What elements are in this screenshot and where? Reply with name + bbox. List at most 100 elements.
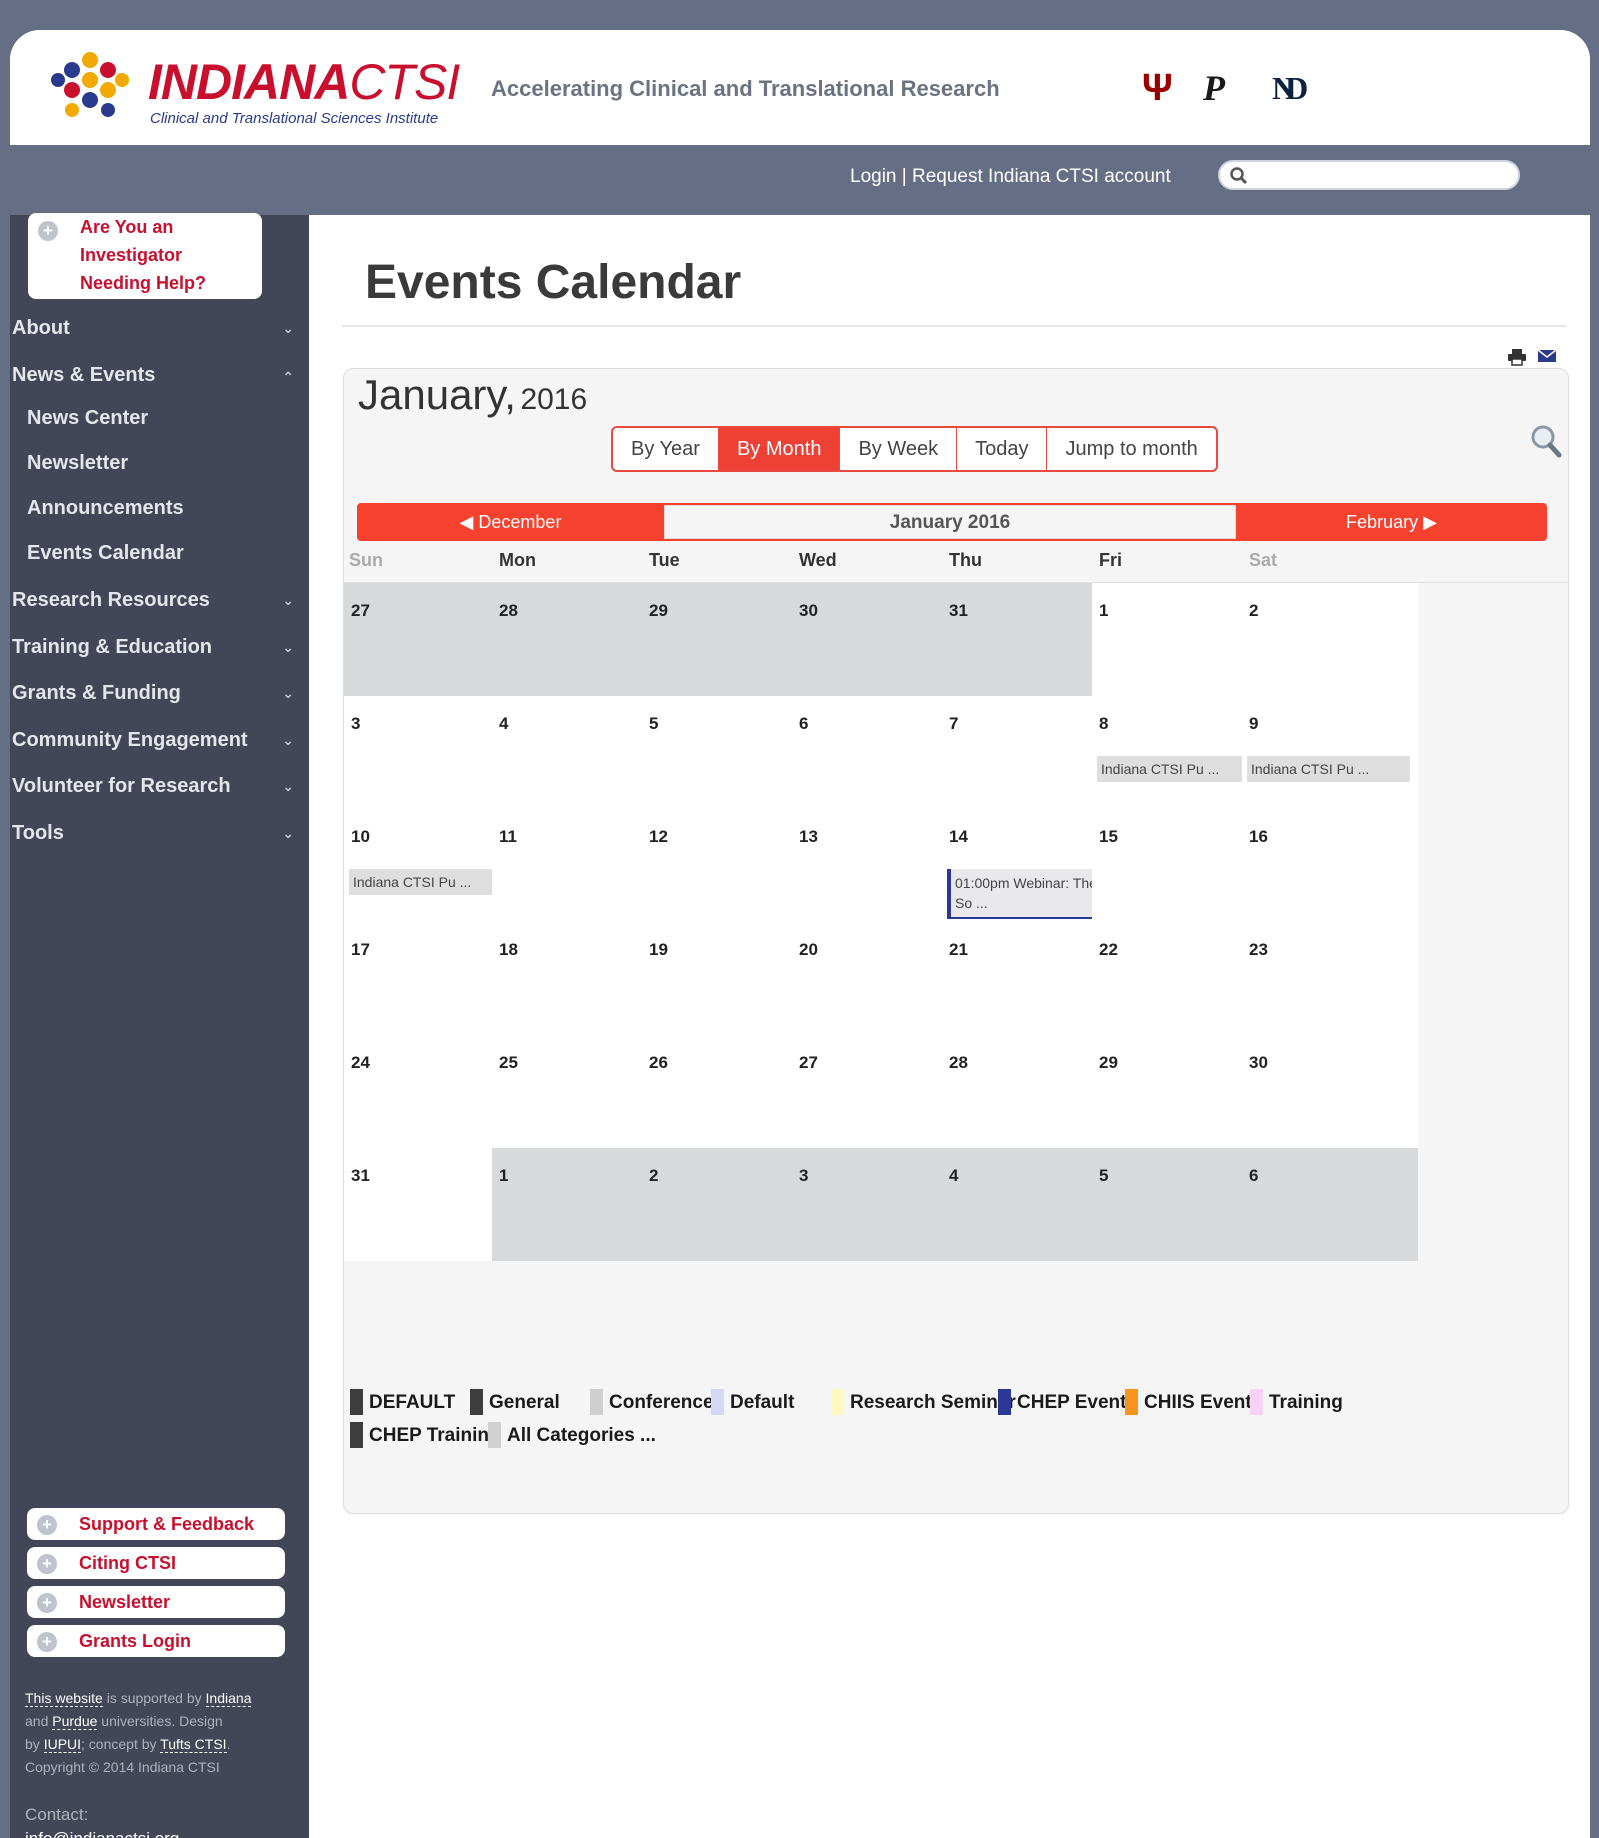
- day-number[interactable]: 6: [1249, 1166, 1258, 1186]
- calendar-day-cell[interactable]: 7: [942, 696, 1092, 809]
- legend-category-all-categories[interactable]: All Categories ...: [488, 1422, 656, 1450]
- calendar-day-cell[interactable]: 21: [942, 922, 1092, 1035]
- sidebar-item-grants-funding[interactable]: Grants & Funding ⌄: [12, 676, 302, 710]
- day-number[interactable]: 30: [799, 601, 818, 621]
- indiana-ctsi-logo[interactable]: INDIANACTSI Clinical and Translational S…: [50, 48, 470, 128]
- calendar-day-cell[interactable]: 20: [792, 922, 942, 1035]
- day-number[interactable]: 16: [1249, 827, 1268, 847]
- sidebar-item-news-events[interactable]: News & Events ⌃: [12, 358, 302, 392]
- calendar-day-cell[interactable]: 6: [1242, 1148, 1418, 1261]
- day-number[interactable]: 21: [949, 940, 968, 960]
- day-number[interactable]: 1: [1099, 601, 1108, 621]
- day-number[interactable]: 30: [1249, 1053, 1268, 1073]
- calendar-day-cell[interactable]: 11: [492, 809, 642, 922]
- calendar-day-cell[interactable]: 29: [642, 583, 792, 696]
- calendar-day-cell[interactable]: 3: [344, 696, 492, 809]
- day-number[interactable]: 25: [499, 1053, 518, 1073]
- day-number[interactable]: 22: [1099, 940, 1118, 960]
- calendar-day-cell[interactable]: 30: [1242, 1035, 1418, 1148]
- calendar-day-cell[interactable]: 27: [792, 1035, 942, 1148]
- sidebar-item-training-education[interactable]: Training & Education ⌄: [12, 630, 302, 664]
- day-number[interactable]: 27: [351, 601, 370, 621]
- grants-login-button[interactable]: + Grants Login: [27, 1625, 285, 1657]
- sidebar-item-research-resources[interactable]: Research Resources ⌄: [12, 583, 302, 617]
- calendar-day-cell[interactable]: 14 01:00pm Webinar: The So ...: [942, 809, 1110, 922]
- calendar-day-cell[interactable]: 5: [1092, 1148, 1242, 1261]
- day-number[interactable]: 9: [1249, 714, 1258, 734]
- day-number[interactable]: 24: [351, 1053, 370, 1073]
- day-number[interactable]: 29: [649, 601, 668, 621]
- calendar-day-cell[interactable]: 8 Indiana CTSI Pu ...: [1092, 696, 1260, 809]
- request-account-link[interactable]: Request Indiana CTSI account: [912, 166, 1171, 187]
- sidebar-item-announcements[interactable]: Announcements: [27, 491, 297, 525]
- calendar-day-cell[interactable]: 13: [792, 809, 942, 922]
- magnifier-search-icon[interactable]: [1530, 424, 1562, 458]
- calendar-event[interactable]: Indiana CTSI Pu ...: [349, 869, 512, 895]
- calendar-day-cell[interactable]: 23: [1242, 922, 1418, 1035]
- calendar-day-cell[interactable]: 16: [1242, 809, 1418, 922]
- purdue-logo-icon[interactable]: P: [1203, 66, 1225, 110]
- legend-category-general[interactable]: General: [470, 1389, 560, 1417]
- calendar-day-cell[interactable]: 28: [942, 1035, 1092, 1148]
- day-number[interactable]: 1: [499, 1166, 508, 1186]
- calendar-day-cell[interactable]: 2: [1242, 583, 1418, 696]
- search-input[interactable]: [1254, 164, 1509, 186]
- print-icon[interactable]: [1507, 348, 1527, 366]
- day-number[interactable]: 2: [649, 1166, 658, 1186]
- calendar-day-cell[interactable]: 19: [642, 922, 792, 1035]
- calendar-day-cell[interactable]: 29: [1092, 1035, 1242, 1148]
- day-number[interactable]: 11: [499, 827, 517, 847]
- day-number[interactable]: 27: [799, 1053, 818, 1073]
- sidebar-item-news-center[interactable]: News Center: [27, 401, 297, 435]
- calendar-day-cell[interactable]: 1: [1092, 583, 1242, 696]
- day-number[interactable]: 13: [799, 827, 818, 847]
- calendar-day-cell[interactable]: 28: [492, 583, 642, 696]
- legend-category-default[interactable]: Default: [711, 1389, 794, 1417]
- calendar-day-cell[interactable]: 17: [344, 922, 492, 1035]
- calendar-day-cell[interactable]: 6: [792, 696, 942, 809]
- calendar-day-cell[interactable]: 12: [642, 809, 792, 922]
- day-number[interactable]: 17: [351, 940, 370, 960]
- calendar-day-cell[interactable]: 2: [642, 1148, 792, 1261]
- newsletter-button[interactable]: + Newsletter: [27, 1586, 285, 1618]
- next-month-button[interactable]: February ▶︎: [1236, 503, 1547, 541]
- calendar-day-cell[interactable]: 18: [492, 922, 642, 1035]
- by-month-button[interactable]: By Month: [718, 428, 841, 470]
- day-number[interactable]: 23: [1249, 940, 1268, 960]
- email-icon[interactable]: [1537, 348, 1557, 364]
- by-year-button[interactable]: By Year: [613, 428, 719, 470]
- indiana-link[interactable]: Indiana: [205, 1690, 252, 1707]
- calendar-day-cell[interactable]: 4: [942, 1148, 1092, 1261]
- calendar-event[interactable]: Indiana CTSI Pu ...: [1247, 756, 1410, 782]
- calendar-day-cell[interactable]: 24: [344, 1035, 492, 1148]
- calendar-day-cell[interactable]: 22: [1092, 922, 1242, 1035]
- day-number[interactable]: 18: [499, 940, 518, 960]
- calendar-day-cell[interactable]: 4: [492, 696, 642, 809]
- sidebar-item-tools[interactable]: Tools ⌄: [12, 816, 302, 850]
- indiana-university-logo-icon[interactable]: Ψ: [1142, 66, 1173, 110]
- day-number[interactable]: 26: [649, 1053, 668, 1073]
- calendar-day-cell[interactable]: 5: [642, 696, 792, 809]
- iupui-link[interactable]: IUPUI: [43, 1736, 82, 1753]
- day-number[interactable]: 8: [1099, 714, 1108, 734]
- by-week-button[interactable]: By Week: [840, 428, 958, 470]
- day-number[interactable]: 5: [649, 714, 658, 734]
- legend-category-chep-events[interactable]: CHEP Events: [998, 1389, 1137, 1417]
- day-number[interactable]: 29: [1099, 1053, 1118, 1073]
- day-number[interactable]: 28: [949, 1053, 968, 1073]
- day-number[interactable]: 31: [351, 1166, 370, 1186]
- sidebar-item-newsletter[interactable]: Newsletter: [27, 446, 297, 480]
- day-number[interactable]: 6: [799, 714, 808, 734]
- day-number[interactable]: 3: [351, 714, 360, 734]
- day-number[interactable]: 14: [949, 827, 968, 847]
- calendar-day-cell[interactable]: 10 Indiana CTSI Pu ...: [344, 809, 512, 922]
- legend-category-chiis-events[interactable]: CHIIS Events: [1125, 1389, 1262, 1417]
- calendar-day-cell[interactable]: 25: [492, 1035, 642, 1148]
- citing-ctsi-button[interactable]: + Citing CTSI: [27, 1547, 285, 1579]
- tufts-ctsi-link[interactable]: Tufts CTSI: [160, 1736, 227, 1753]
- calendar-day-cell[interactable]: 31: [344, 1148, 492, 1261]
- day-number[interactable]: 12: [649, 827, 668, 847]
- legend-category-training[interactable]: Training: [1250, 1389, 1343, 1417]
- sidebar-item-volunteer[interactable]: Volunteer for Research ⌄: [12, 769, 302, 803]
- legend-category-conference[interactable]: Conference: [590, 1389, 714, 1417]
